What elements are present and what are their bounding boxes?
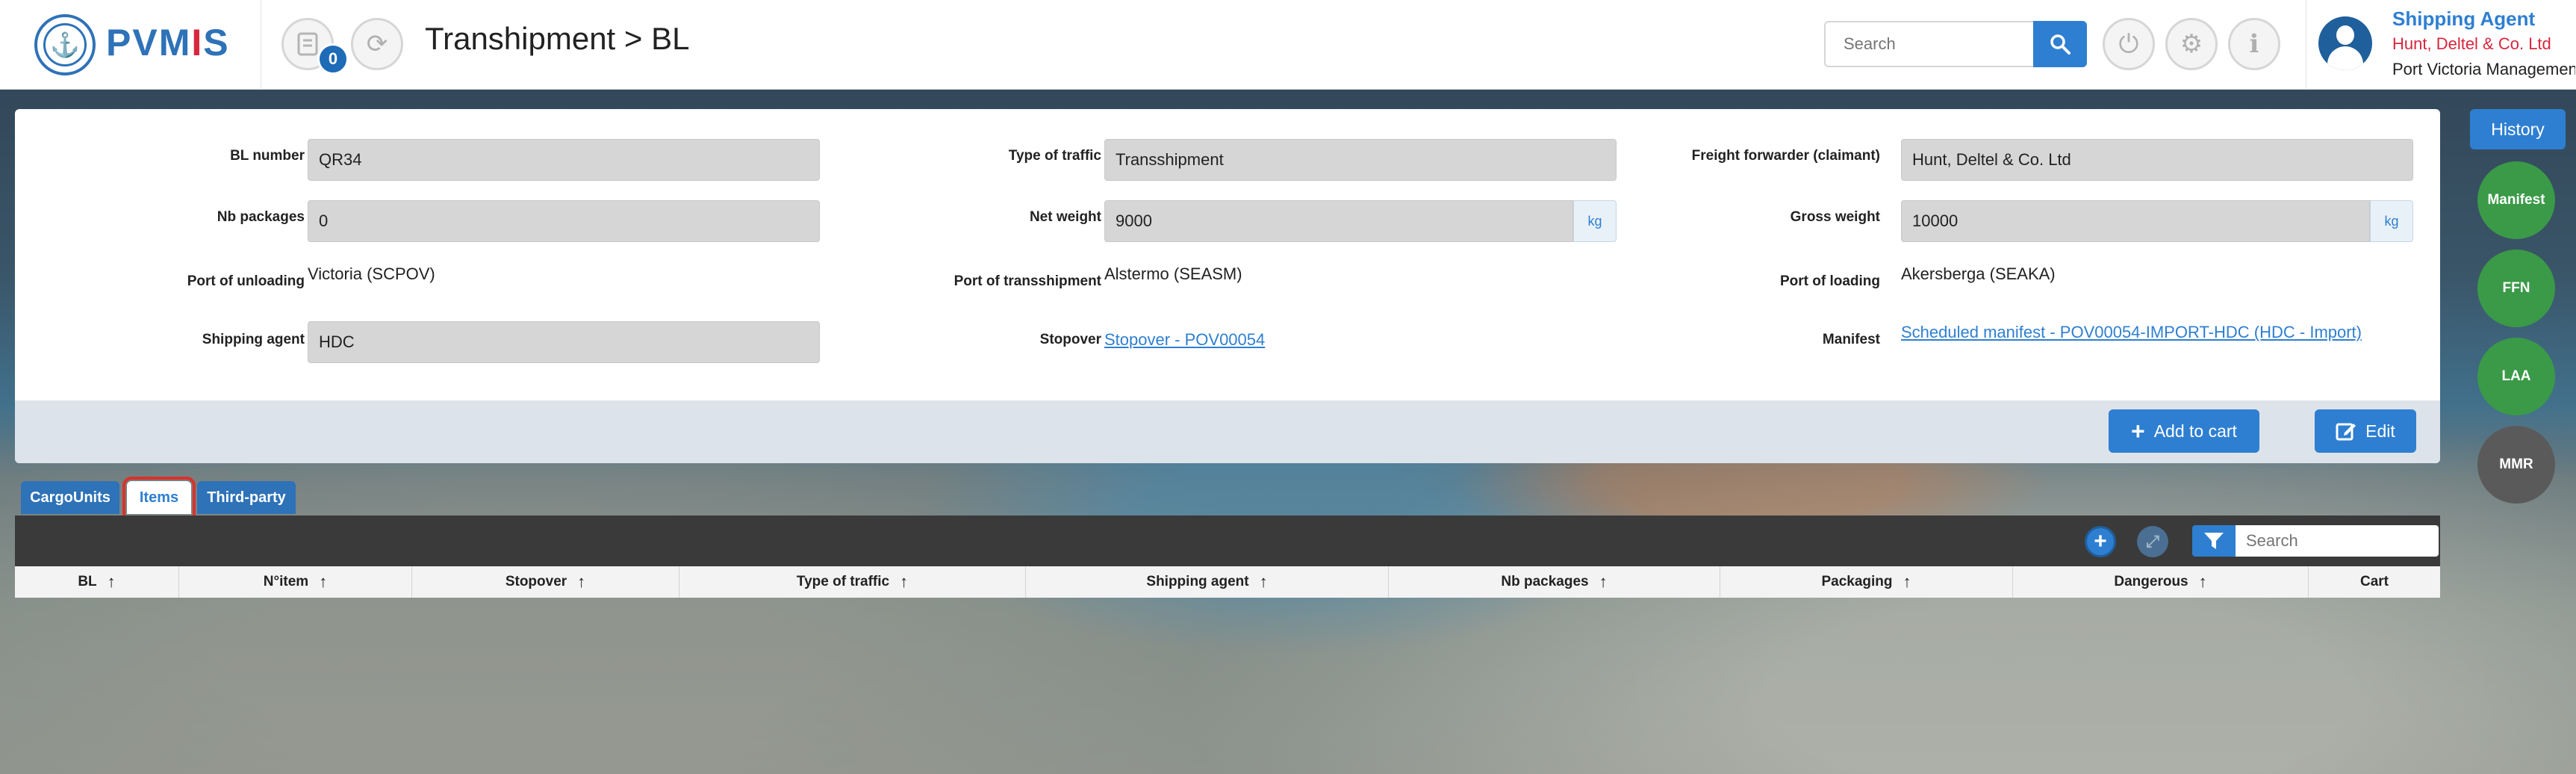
net-weight-field[interactable]: 9000: [1104, 200, 1573, 242]
gross-weight-field[interactable]: 10000: [1901, 200, 2370, 242]
avatar: [2318, 16, 2372, 70]
add-row-icon[interactable]: +: [2085, 526, 2116, 557]
header-search: [1824, 21, 2087, 67]
top-header: ⚓ PVMIS 0 ⟳ Transhipment > BL ⏻ ⚙ i Ship…: [0, 0, 2576, 90]
port-of-unloading-label: Port of unloading: [187, 273, 305, 289]
type-of-traffic-label: Type of traffic: [1008, 148, 1101, 164]
tab-third-party[interactable]: Third-party: [197, 481, 296, 514]
sort-up-icon: ↑: [900, 572, 909, 591]
sort-up-icon: ↑: [107, 572, 116, 591]
nb-packages-field[interactable]: 0: [308, 200, 820, 242]
laa-circle-button[interactable]: LAA: [2477, 338, 2555, 415]
port-of-unloading-value: Victoria (SCPOV): [308, 264, 435, 283]
port-of-transshipment-label: Port of transshipment: [953, 273, 1101, 289]
net-weight-unit: kg: [1573, 200, 1617, 242]
column-header-stopover[interactable]: Stopover ↑: [412, 566, 679, 598]
gross-weight-label: Gross weight: [1790, 209, 1880, 225]
gross-weight-unit: kg: [2370, 200, 2413, 242]
settings-icon[interactable]: ⚙: [2165, 18, 2218, 70]
edit-icon: [2336, 423, 2356, 441]
logo-text: PVMIS: [106, 22, 230, 64]
column-header-cart[interactable]: Cart: [2309, 566, 2440, 598]
net-weight-label: Net weight: [1029, 209, 1101, 225]
sort-up-icon: ↑: [1903, 572, 1911, 591]
logo[interactable]: ⚓ PVMIS: [0, 0, 261, 90]
port-of-transshipment-value: Alstermo (SEASM): [1104, 264, 1242, 283]
panel-footer: + Add to cart Edit: [15, 400, 2440, 463]
user-panel[interactable]: Shipping Agent Hunt, Deltel & Co. Ltd Po…: [2306, 0, 2576, 90]
sort-up-icon: ↑: [2198, 572, 2207, 591]
link-icon[interactable]: ⤢: [2137, 526, 2168, 557]
nb-packages-label: Nb packages: [217, 209, 305, 225]
grid-search-input[interactable]: [2236, 525, 2439, 557]
column-header-packaging[interactable]: Packaging ↑: [1720, 566, 2013, 598]
sort-up-icon: ↑: [1259, 572, 1268, 591]
sort-up-icon: ↑: [577, 572, 586, 591]
filter-icon: [2204, 533, 2224, 549]
column-header-nitem[interactable]: N°item ↑: [179, 566, 412, 598]
grid-toolbar: + ⤢: [15, 516, 2440, 566]
bl-detail-panel: BL number QR34 Type of traffic Transship…: [15, 109, 2440, 463]
sort-up-icon: ↑: [319, 572, 328, 591]
freight-forwarder-field[interactable]: Hunt, Deltel & Co. Ltd: [1901, 139, 2413, 181]
tab-items[interactable]: Items: [122, 477, 196, 518]
column-header-type-of-traffic[interactable]: Type of traffic ↑: [679, 566, 1026, 598]
cart-count-badge: 0: [317, 43, 349, 75]
shipping-agent-field[interactable]: HDC: [308, 321, 820, 363]
stopover-link[interactable]: Stopover - POV00054: [1104, 330, 1265, 350]
edit-button[interactable]: Edit: [2315, 409, 2416, 453]
grid-header: BL ↑ N°item ↑ Stopover ↑ Type of traffic ↑ S…: [15, 566, 2440, 598]
add-to-cart-button[interactable]: + Add to cart: [2109, 409, 2259, 453]
user-role: Shipping Agent: [2392, 7, 2536, 30]
history-button[interactable]: History: [2470, 109, 2566, 149]
port-of-loading-value: Akersberga (SEAKA): [1901, 264, 2056, 283]
search-icon: [2050, 34, 2071, 55]
logo-emblem-icon: ⚓: [34, 14, 96, 75]
port-of-loading-label: Port of loading: [1779, 273, 1880, 289]
plus-icon: +: [2131, 418, 2145, 445]
manifest-circle-button[interactable]: Manifest: [2477, 161, 2555, 239]
column-header-bl[interactable]: BL ↑: [15, 566, 179, 598]
mmr-circle-button[interactable]: MMR: [2477, 426, 2555, 504]
search-input[interactable]: [1824, 21, 2035, 67]
manifest-link[interactable]: Scheduled manifest - POV00054-IMPORT-HDC…: [1901, 323, 2362, 342]
bl-number-label: BL number: [230, 148, 305, 164]
search-button[interactable]: [2033, 21, 2087, 67]
freight-forwarder-label: Freight forwarder (claimant): [1691, 148, 1880, 164]
power-icon[interactable]: ⏻: [2103, 18, 2155, 70]
sort-up-icon: ↑: [1599, 572, 1608, 591]
user-company: Hunt, Deltel & Co. Ltd: [2392, 34, 2551, 53]
filter-button[interactable]: [2192, 525, 2236, 557]
manifest-label: Manifest: [1822, 332, 1880, 347]
page-title: Transhipment > BL: [425, 21, 690, 56]
ffn-circle-button[interactable]: FFN: [2477, 250, 2555, 327]
bl-number-field[interactable]: QR34: [308, 139, 820, 181]
shipping-agent-label: Shipping agent: [202, 332, 305, 347]
refresh-icon[interactable]: ⟳: [351, 18, 403, 70]
user-port: Port Victoria Management: [2392, 60, 2575, 78]
tab-cargounits[interactable]: CargoUnits: [21, 481, 119, 514]
column-header-shipping-agent[interactable]: Shipping agent ↑: [1026, 566, 1389, 598]
column-header-dangerous[interactable]: Dangerous ↑: [2013, 566, 2309, 598]
info-icon[interactable]: i: [2228, 18, 2280, 70]
type-of-traffic-field[interactable]: Transshipment: [1104, 139, 1617, 181]
column-header-nb-packages[interactable]: Nb packages ↑: [1389, 566, 1720, 598]
stopover-label: Stopover: [1039, 332, 1101, 347]
